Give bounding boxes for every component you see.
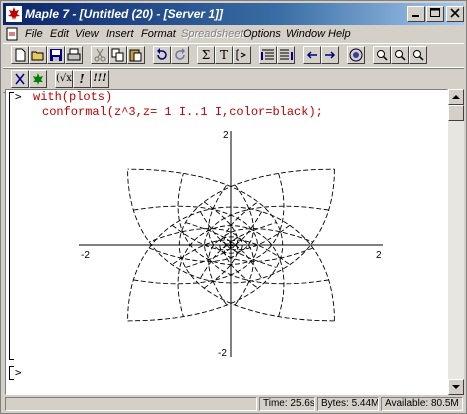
expand-section-button[interactable]: [277, 46, 295, 64]
document-icon[interactable]: [6, 27, 19, 41]
tick-label-y-neg: -2: [218, 348, 227, 359]
tick-label-x-pos: 2: [376, 250, 382, 261]
conformal-plot[interactable]: -2 2 2 -2: [61, 127, 401, 363]
maximize-button[interactable]: [426, 6, 444, 22]
exclaim-label: !: [79, 72, 85, 86]
redo-button[interactable]: [171, 46, 189, 64]
scroll-up-button[interactable]: [448, 89, 464, 105]
title-bar[interactable]: Maple 7 - [Untitled (20) - [Server 1]]: [3, 3, 464, 25]
status-bar: Time: 25.6s Bytes: 5.44M Available: 80.5…: [3, 396, 464, 413]
forward-icon: [325, 51, 336, 59]
back-button[interactable]: [303, 46, 321, 64]
arrow-up-icon: [452, 95, 460, 99]
menu-view[interactable]: View: [75, 28, 99, 40]
sigma-icon: Σ: [201, 48, 211, 62]
arrow-down-icon: [452, 385, 460, 389]
zoom-in-button[interactable]: [373, 46, 391, 64]
sqrt-button[interactable]: (√x): [55, 70, 76, 88]
exclaim-button[interactable]: !: [73, 70, 91, 88]
tick-label-y-pos: 2: [223, 130, 229, 141]
close-button[interactable]: [446, 6, 464, 22]
sqrt-label: (√x): [56, 73, 76, 84]
maple-leaf-icon: [6, 6, 22, 22]
status-available: Available: 80.5M: [381, 397, 463, 411]
menu-file[interactable]: File: [25, 28, 43, 40]
zoom-mid-button[interactable]: [391, 46, 409, 64]
print-icon: [67, 48, 81, 61]
copy-button[interactable]: [109, 46, 127, 64]
menu-spreadsheet: Spreadsheet: [181, 28, 244, 40]
new-icon: [15, 48, 26, 62]
collapse-section-button[interactable]: [259, 46, 277, 64]
open-button[interactable]: [29, 46, 47, 64]
paste-button[interactable]: [127, 46, 145, 64]
execute-leaf-button[interactable]: [29, 70, 47, 88]
new-button[interactable]: [11, 46, 29, 64]
maximize-icon: [430, 8, 440, 17]
execute-all-label: !!!: [93, 73, 107, 84]
insert-prompt-button[interactable]: [233, 46, 251, 64]
window-title: Maple 7 - [Untitled (20) - [Server 1]]: [25, 7, 224, 21]
zoom-out-button[interactable]: [409, 46, 427, 64]
cut-button[interactable]: [91, 46, 109, 64]
maple-window: Maple 7 - [Untitled (20) - [Server 1]] F…: [0, 0, 467, 414]
mode-icon: [15, 73, 25, 85]
save-button[interactable]: [47, 46, 65, 64]
minimize-icon: [412, 15, 419, 17]
math-input-button[interactable]: Σ: [197, 46, 215, 64]
menu-insert[interactable]: Insert: [106, 28, 134, 40]
menu-options[interactable]: Options: [243, 28, 281, 40]
mode-button[interactable]: [11, 70, 29, 88]
scroll-thumb[interactable]: [448, 105, 464, 121]
close-icon: [450, 8, 460, 18]
forward-button[interactable]: [321, 46, 339, 64]
cut-icon: [94, 48, 106, 62]
empty-prompt[interactable]: >: [15, 366, 22, 379]
copy-icon: [111, 48, 124, 62]
input-line-2[interactable]: conformal(z^3,z= 1 I..1 I,color=black);: [42, 105, 323, 119]
undo-button[interactable]: [153, 46, 171, 64]
undo-icon: [157, 48, 167, 60]
collapse-icon: [261, 49, 274, 60]
menu-window[interactable]: Window: [286, 28, 325, 40]
minimize-button[interactable]: [407, 6, 425, 22]
status-message: [5, 397, 257, 411]
save-icon: [50, 49, 62, 61]
group-bracket[interactable]: [9, 92, 14, 360]
zoom-out-icon: [413, 50, 424, 61]
main-toolbar: Σ T: [3, 43, 464, 69]
redo-icon: [175, 48, 185, 60]
zoom-in-icon: [395, 50, 406, 61]
stop-button[interactable]: [347, 46, 365, 64]
scroll-down-button[interactable]: [448, 379, 464, 395]
tick-label-x-neg: -2: [81, 250, 90, 261]
execute-all-button[interactable]: !!!: [91, 70, 109, 88]
status-time: Time: 25.6s: [259, 397, 315, 411]
empty-group-bracket[interactable]: [9, 366, 14, 380]
status-bytes: Bytes: 5.44M: [317, 397, 379, 411]
input-prompt: >: [15, 90, 22, 103]
back-icon: [306, 51, 317, 59]
stop-icon: [349, 48, 363, 62]
zoom-in-icon: [377, 50, 388, 61]
menu-help[interactable]: Help: [328, 28, 351, 40]
expand-icon: [280, 49, 293, 60]
execute-icon: [33, 73, 43, 85]
menu-bar: File Edit View Insert Format Spreadsheet…: [3, 26, 464, 43]
open-icon: [31, 51, 44, 61]
paste-icon: [129, 49, 142, 62]
input-line-1[interactable]: with(plots): [33, 90, 112, 104]
print-button[interactable]: [65, 46, 83, 64]
vertical-scrollbar[interactable]: [448, 89, 464, 395]
menu-format[interactable]: Format: [141, 28, 176, 40]
text-input-button[interactable]: T: [215, 46, 233, 64]
text-icon: T: [219, 48, 228, 62]
prompt-icon: [236, 49, 247, 61]
menu-edit[interactable]: Edit: [50, 28, 69, 40]
